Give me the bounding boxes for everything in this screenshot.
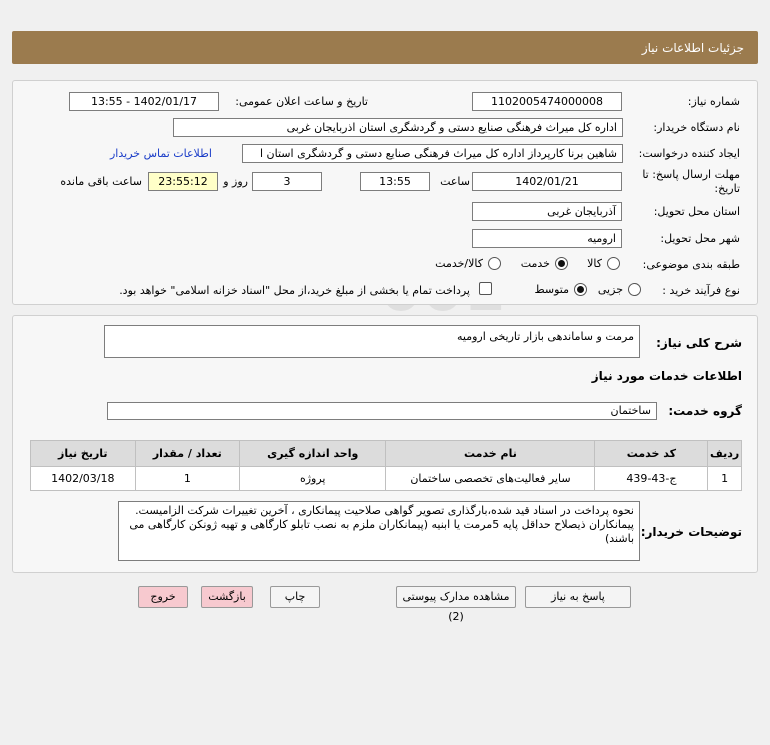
process-medium-label: متوسط: [534, 283, 569, 296]
process-radio-minor[interactable]: جزیی: [596, 282, 641, 298]
col-service-code: کد خدمت: [594, 440, 709, 467]
announce-field: 1402/01/17 - 13:55: [69, 92, 219, 111]
deadline-label-date: تاریخ:: [714, 182, 740, 195]
deadline-label: مهلت ارسال پاسخ: تا: [642, 168, 740, 181]
cell-service-code: ج-43-439: [594, 466, 709, 491]
deadline-date-field: 1402/01/21: [472, 172, 622, 191]
category-radio-goods-service[interactable]: کالا/خدمت: [426, 256, 501, 272]
creator-label: ایجاد کننده درخواست:: [638, 147, 740, 160]
cell-need-date: 1402/03/18: [30, 466, 136, 491]
summary-label: شرح کلی نیاز:: [656, 336, 742, 350]
back-button[interactable]: بازگشت: [201, 586, 253, 608]
buyer-org-field: اداره کل میراث فرهنگی صنایع دستی و گردشگ…: [173, 118, 623, 137]
process-minor-label: جزیی: [597, 283, 623, 296]
need-number-label: شماره نیاز:: [687, 95, 740, 108]
col-need-date: تاریخ نیاز: [30, 440, 136, 467]
table-header-row: ردیف کد خدمت نام خدمت واحد اندازه گیری ت…: [30, 440, 742, 467]
services-title: اطلاعات خدمات مورد نیاز: [591, 369, 742, 383]
category-radio-service[interactable]: خدمت: [513, 256, 568, 272]
deadline-time-field: 13:55: [360, 172, 430, 191]
service-group-field: ساختمان: [107, 402, 657, 420]
col-row-number: ردیف: [707, 440, 742, 467]
city-label: شهر محل تحویل:: [660, 232, 740, 245]
radio-circle: [488, 257, 501, 270]
remaining-label: ساعت باقی مانده: [60, 175, 142, 188]
category-service-label: خدمت: [520, 257, 550, 270]
category-goods-label: کالا: [587, 257, 602, 270]
city-field: ارومیه: [472, 229, 622, 248]
process-radio-medium[interactable]: متوسط: [527, 282, 587, 298]
cell-quantity: 1: [134, 466, 241, 491]
view-attachments-button[interactable]: مشاهده مدارک پیوستی (2): [396, 586, 516, 623]
print-button[interactable]: چاپ: [270, 586, 320, 608]
buyer-notes-field: نحوه پرداخت در اسناد قید شده،بارگذاری تص…: [118, 501, 640, 561]
reply-button[interactable]: پاسخ به نیاز: [525, 586, 631, 608]
radio-circle-selected: [555, 257, 568, 270]
exit-button[interactable]: خروج: [138, 586, 188, 608]
col-quantity: تعداد / مقدار: [134, 440, 241, 467]
remaining-time-field: 23:55:12: [148, 172, 218, 191]
page-title: جزئیات اطلاعات نیاز: [641, 41, 744, 55]
days-field: 3: [252, 172, 322, 191]
province-field: آذربایجان غربی: [472, 202, 622, 221]
page-header: جزئیات اطلاعات نیاز: [12, 31, 758, 64]
process-label: نوع فرآیند خرید :: [662, 284, 740, 297]
announce-label: تاریخ و ساعت اعلان عمومی:: [235, 95, 368, 108]
category-radio-goods[interactable]: کالا: [580, 256, 620, 272]
radio-circle-selected: [574, 283, 587, 296]
radio-circle: [628, 283, 641, 296]
cell-service-name: سایر فعالیت‌های تخصصی ساختمان: [385, 466, 596, 491]
radio-circle: [607, 257, 620, 270]
cell-unit: پروژه: [239, 466, 387, 491]
need-number-field: 1102005474000008: [472, 92, 622, 111]
buyer-contact-link[interactable]: اطلاعات تماس خریدار: [110, 147, 212, 160]
category-label: طبقه بندی موضوعی:: [642, 258, 740, 271]
services-table: ردیف کد خدمت نام خدمت واحد اندازه گیری ت…: [30, 440, 742, 491]
need-details-panel: [12, 80, 758, 305]
treasury-checkbox-label: پرداخت تمام یا بخشی از مبلغ خرید،از محل …: [119, 284, 470, 297]
creator-field: شاهین برنا کارپرداز اداره کل میراث فرهنگ…: [242, 144, 623, 163]
service-group-label: گروه خدمت:: [668, 404, 742, 418]
buyer-notes-label: توضیحات خریدار:: [640, 525, 742, 539]
category-goods-service-label: کالا/خدمت: [435, 257, 483, 270]
col-unit: واحد اندازه گیری: [239, 440, 387, 467]
cell-row-number: 1: [707, 466, 742, 491]
summary-field: مرمت و ساماندهی بازار تاریخی ارومیه: [104, 325, 640, 358]
table-row: 1 ج-43-439 سایر فعالیت‌های تخصصی ساختمان…: [30, 466, 742, 491]
province-label: استان محل تحویل:: [653, 205, 740, 218]
days-label: روز و: [223, 175, 248, 188]
deadline-time-label: ساعت: [440, 175, 470, 188]
treasury-checkbox[interactable]: [479, 282, 492, 295]
col-service-name: نام خدمت: [385, 440, 596, 467]
buyer-org-label: نام دستگاه خریدار:: [653, 121, 740, 134]
